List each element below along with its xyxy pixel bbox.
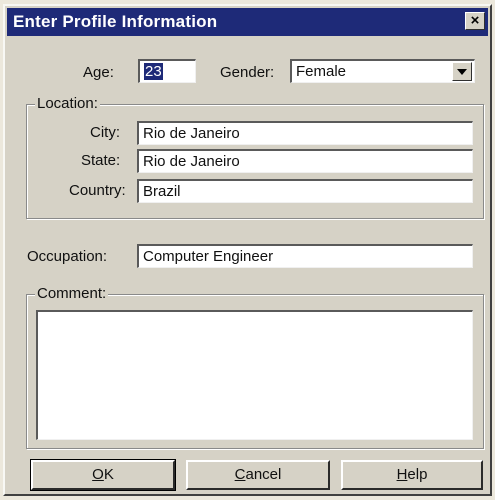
ok-label-rest: K bbox=[103, 466, 114, 483]
ok-button[interactable]: OK bbox=[30, 459, 176, 491]
close-button[interactable]: × bbox=[465, 12, 485, 30]
city-value: Rio de Janeiro bbox=[143, 125, 240, 142]
age-value: 23 bbox=[144, 63, 163, 80]
occupation-value: Computer Engineer bbox=[143, 248, 274, 265]
country-label: Country: bbox=[69, 182, 126, 199]
profile-dialog: Enter Profile Information × Age: 23 Gend… bbox=[3, 4, 492, 496]
city-label: City: bbox=[90, 124, 120, 141]
state-value: Rio de Janeiro bbox=[143, 153, 240, 170]
dialog-title: Enter Profile Information bbox=[13, 12, 218, 31]
ok-mnemonic: O bbox=[92, 466, 104, 483]
country-value: Brazil bbox=[143, 183, 181, 200]
gender-select[interactable]: Female bbox=[290, 59, 475, 83]
country-field[interactable]: Brazil bbox=[137, 179, 473, 203]
comment-group-label: Comment: bbox=[35, 285, 109, 302]
cancel-button[interactable]: Cancel bbox=[186, 460, 330, 490]
location-group-label: Location: bbox=[35, 95, 100, 112]
state-field[interactable]: Rio de Janeiro bbox=[137, 149, 473, 173]
chevron-down-icon[interactable] bbox=[452, 62, 472, 81]
age-field[interactable]: 23 bbox=[138, 59, 196, 83]
state-label: State: bbox=[81, 152, 121, 169]
help-button[interactable]: Help bbox=[341, 460, 483, 490]
title-bar[interactable]: Enter Profile Information × bbox=[7, 8, 488, 36]
age-label: Age: bbox=[83, 64, 114, 81]
comment-textarea[interactable] bbox=[36, 310, 473, 440]
close-icon: × bbox=[470, 12, 480, 29]
city-field[interactable]: Rio de Janeiro bbox=[137, 121, 473, 145]
gender-value: Female bbox=[296, 63, 347, 80]
cancel-mnemonic: C bbox=[234, 466, 246, 483]
cancel-label-rest: ancel bbox=[245, 466, 282, 483]
occupation-field[interactable]: Computer Engineer bbox=[137, 244, 473, 268]
occupation-label: Occupation: bbox=[27, 248, 108, 265]
gender-label: Gender: bbox=[220, 64, 275, 81]
help-label-rest: elp bbox=[407, 466, 428, 483]
help-mnemonic: H bbox=[396, 466, 408, 483]
